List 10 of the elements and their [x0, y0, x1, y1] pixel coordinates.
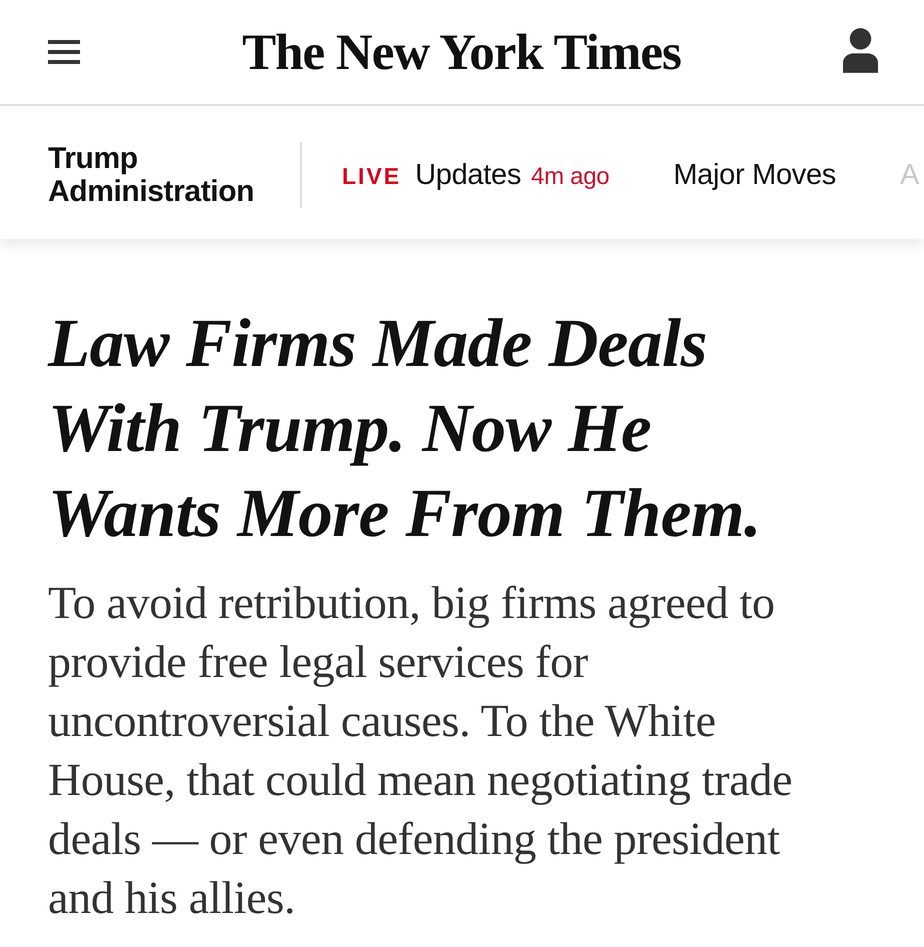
account-icon[interactable] — [842, 28, 878, 72]
section-link[interactable]: Trump Administration — [48, 142, 288, 208]
live-updates-link[interactable]: LIVE Updates 4m ago — [342, 158, 610, 192]
menu-icon[interactable] — [48, 40, 80, 64]
summary-text: To avoid retribution, big firms agreed to provide free legal services for uncontroversial causes. To the White House, that could mean negotiating trade deals — or even defending the president and his allies. — [48, 576, 794, 925]
live-label: LIVE — [342, 162, 402, 190]
headline: Law Firms Made Deals With Trump. Now He Wants More From Them. — [48, 304, 762, 553]
site-logo[interactable]: The New York Times — [242, 28, 681, 78]
timestamp: 4m ago — [531, 162, 610, 190]
nav-link[interactable]: Major Moves — [673, 158, 836, 192]
